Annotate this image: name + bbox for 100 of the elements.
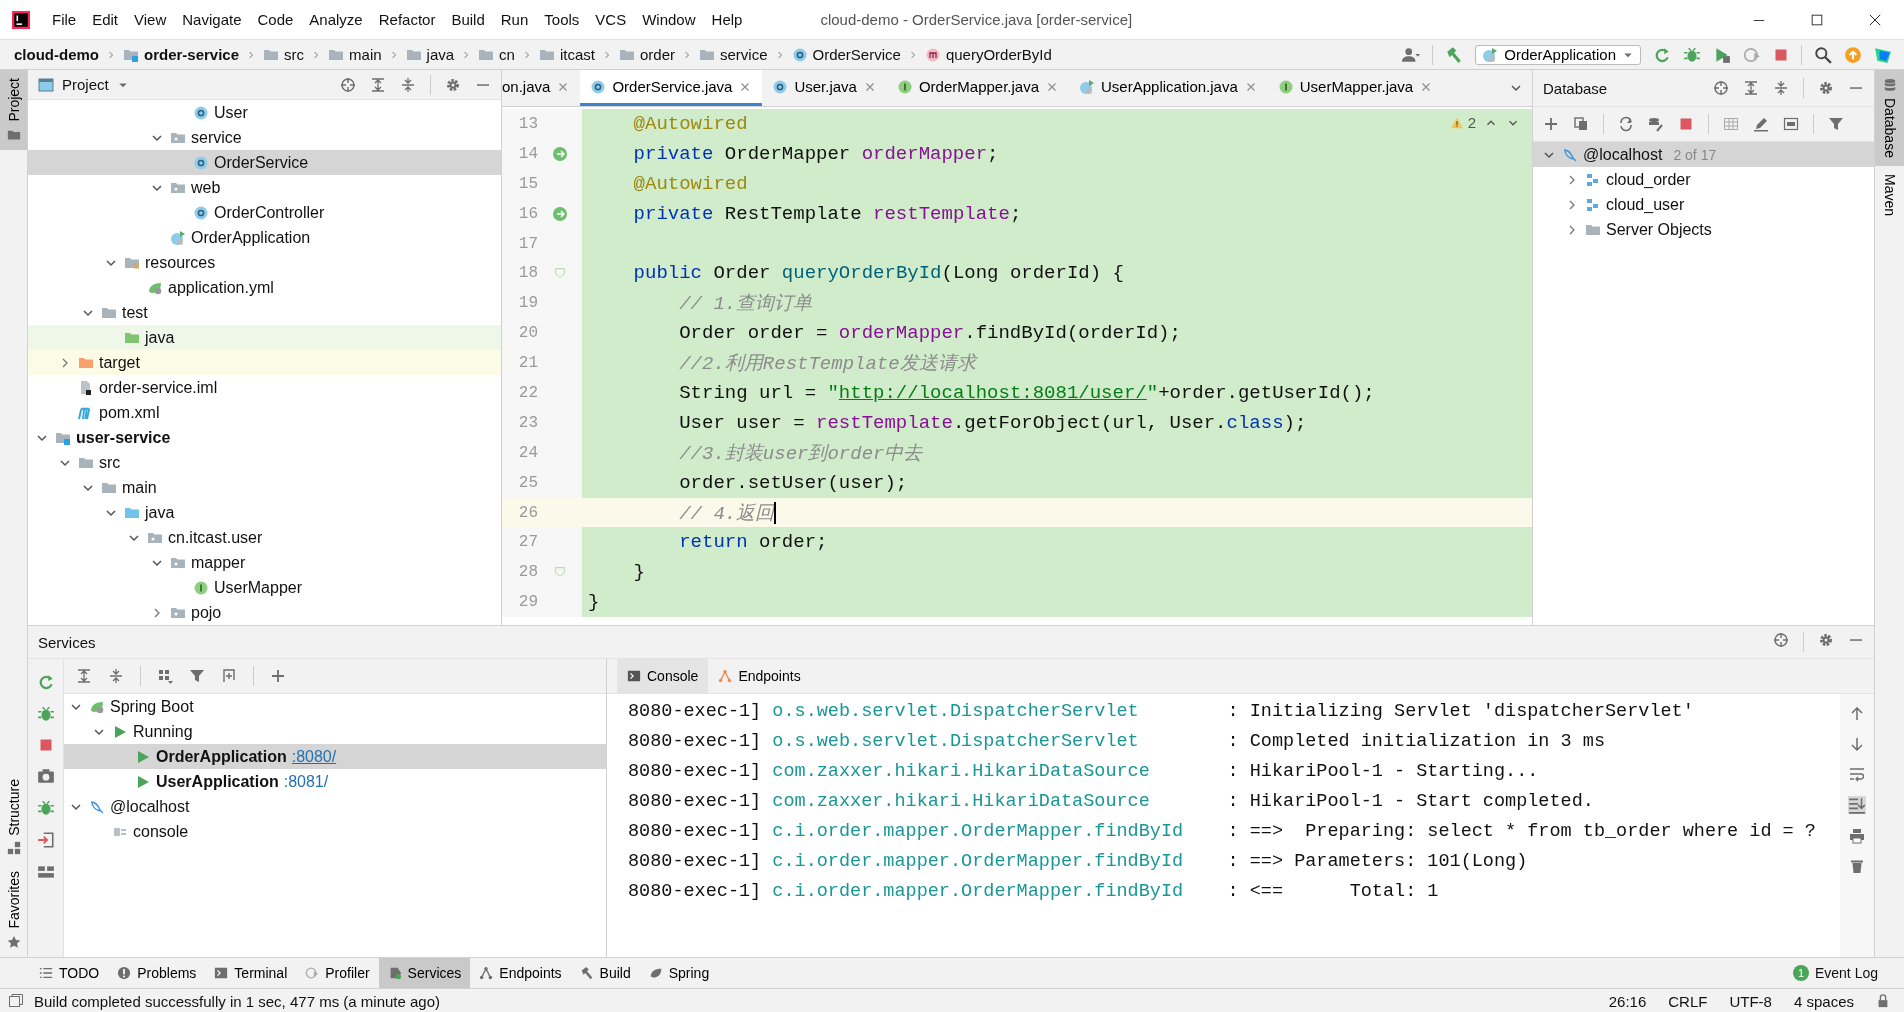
- locate-icon[interactable]: [1713, 80, 1729, 96]
- print-icon[interactable]: [1849, 828, 1865, 844]
- tree-item[interactable]: src: [28, 450, 501, 475]
- status-item[interactable]: UTF-8: [1729, 992, 1772, 1010]
- close-icon[interactable]: [1868, 12, 1882, 27]
- tree-item[interactable]: service: [28, 125, 501, 150]
- group-icon[interactable]: [157, 668, 173, 684]
- scroll-to-end-icon[interactable]: [1848, 796, 1866, 814]
- collapse-all-icon[interactable]: [108, 668, 124, 684]
- event-log-button[interactable]: Event Log: [1814, 965, 1878, 981]
- pencil-icon[interactable]: [1753, 116, 1769, 132]
- tree-item[interactable]: Server Objects: [1533, 217, 1874, 242]
- bug-icon[interactable]: [36, 705, 55, 723]
- tool-window-button[interactable]: Maven: [1875, 165, 1904, 224]
- camera-icon[interactable]: [36, 767, 55, 785]
- breadcrumb[interactable]: itcast: [559, 46, 595, 63]
- breadcrumb[interactable]: order: [639, 46, 675, 63]
- tree-item[interactable]: cloud_user: [1533, 192, 1874, 217]
- tree-item[interactable]: application.yml: [28, 275, 501, 300]
- bug-icon[interactable]: [36, 799, 55, 817]
- tree-item[interactable]: @localhost 2 of 17: [1533, 142, 1874, 167]
- status-item[interactable]: CRLF: [1668, 992, 1708, 1010]
- fold-marker-icon[interactable]: [553, 565, 567, 580]
- menu-item[interactable]: Run: [492, 11, 537, 28]
- arrow-down-icon[interactable]: [1849, 736, 1865, 752]
- soft-wrap-icon[interactable]: [1849, 766, 1865, 782]
- tree-item[interactable]: UserApplication :8081/: [64, 769, 606, 794]
- login-icon[interactable]: [36, 831, 55, 849]
- tree-item[interactable]: console: [64, 819, 606, 844]
- tree-item[interactable]: pom.xml: [28, 400, 501, 425]
- tool-window-tab[interactable]: Build: [570, 958, 640, 988]
- breadcrumb[interactable]: src: [284, 46, 305, 63]
- tool-window-tab[interactable]: Problems: [108, 958, 206, 988]
- tool-window-button[interactable]: Project: [0, 70, 27, 150]
- query-console-icon[interactable]: [1783, 116, 1799, 132]
- menu-item[interactable]: Edit: [84, 11, 127, 28]
- tree-item[interactable]: User: [28, 100, 501, 125]
- menu-item[interactable]: Navigate: [174, 11, 250, 28]
- menu-item[interactable]: VCS: [587, 11, 635, 28]
- tree-item[interactable]: web: [28, 175, 501, 200]
- menu-item[interactable]: Build: [443, 11, 493, 28]
- menu-item[interactable]: Analyze: [301, 11, 371, 28]
- breadcrumb[interactable]: main: [349, 46, 382, 63]
- expand-all-icon[interactable]: [76, 668, 92, 684]
- settings-icon[interactable]: [445, 76, 461, 93]
- breadcrumb[interactable]: cn: [499, 46, 515, 63]
- status-icon[interactable]: [8, 993, 24, 1009]
- fold-marker-icon[interactable]: [553, 266, 567, 281]
- coverage-icon[interactable]: [1713, 45, 1731, 64]
- run-configuration-dropdown[interactable]: OrderApplication: [1475, 44, 1641, 65]
- hammer-icon[interactable]: [1445, 45, 1464, 64]
- breadcrumb[interactable]: cloud-demo: [14, 46, 99, 63]
- plus-icon[interactable]: [270, 668, 286, 684]
- tool-window-tab[interactable]: Spring: [639, 958, 719, 988]
- console-tab[interactable]: Console: [617, 659, 709, 693]
- filter-icon[interactable]: [189, 668, 205, 684]
- tool-window-button[interactable]: Database: [1875, 70, 1904, 166]
- tree-item[interactable]: java: [28, 325, 501, 350]
- bug-icon[interactable]: [1683, 45, 1701, 64]
- tree-item[interactable]: target: [28, 350, 501, 375]
- menu-item[interactable]: Code: [249, 11, 302, 28]
- tree-item[interactable]: OrderService: [28, 150, 501, 175]
- editor-tab[interactable]: OrderMapper.java: [886, 70, 1069, 106]
- locate-icon[interactable]: [340, 76, 356, 93]
- tree-item[interactable]: cloud_order: [1533, 167, 1874, 192]
- tool-window-tab[interactable]: Endpoints: [470, 958, 571, 988]
- tree-item[interactable]: UserMapper: [28, 575, 501, 600]
- tool-window-tab[interactable]: Terminal: [205, 958, 297, 988]
- tree-item[interactable]: java: [28, 500, 501, 525]
- breadcrumb[interactable]: order-service: [144, 46, 240, 63]
- editor-tab[interactable]: UserApplication.java: [1069, 70, 1268, 106]
- refresh-icon[interactable]: [1618, 116, 1634, 132]
- arrow-up-icon[interactable]: [1849, 706, 1865, 722]
- menu-item[interactable]: File: [44, 11, 85, 28]
- search-icon[interactable]: [1814, 45, 1832, 64]
- tree-item[interactable]: OrderApplication :8080/: [64, 744, 606, 769]
- trash-icon[interactable]: [1849, 858, 1865, 874]
- layout-icon[interactable]: [36, 863, 55, 881]
- breadcrumb[interactable]: OrderService: [812, 46, 901, 63]
- breadcrumb[interactable]: service: [720, 46, 768, 63]
- tree-item[interactable]: main: [28, 475, 501, 500]
- add-service-icon[interactable]: [221, 668, 237, 684]
- stop-icon[interactable]: [1678, 116, 1694, 132]
- tool-window-tab[interactable]: Services: [378, 958, 471, 988]
- database-tools-icon[interactable]: [1648, 116, 1664, 132]
- editor-tab[interactable]: OrderService.java: [580, 70, 763, 106]
- tool-window-tab[interactable]: Profiler: [296, 958, 379, 988]
- toolbox-icon[interactable]: [1874, 45, 1892, 64]
- tree-item[interactable]: OrderApplication: [28, 225, 501, 250]
- status-item[interactable]: 4 spaces: [1793, 992, 1854, 1010]
- menu-item[interactable]: Tools: [536, 11, 588, 28]
- menu-item[interactable]: Help: [703, 11, 751, 28]
- breadcrumb[interactable]: queryOrderById: [945, 46, 1052, 63]
- lock-icon[interactable]: [1876, 994, 1890, 1008]
- console-tab[interactable]: Endpoints: [708, 659, 811, 693]
- tree-item[interactable]: Running: [64, 719, 606, 744]
- tree-item[interactable]: pojo: [28, 600, 501, 625]
- maximize-icon[interactable]: [1810, 12, 1824, 27]
- tree-item[interactable]: resources: [28, 250, 501, 275]
- editor-tab[interactable]: on.java: [502, 70, 581, 106]
